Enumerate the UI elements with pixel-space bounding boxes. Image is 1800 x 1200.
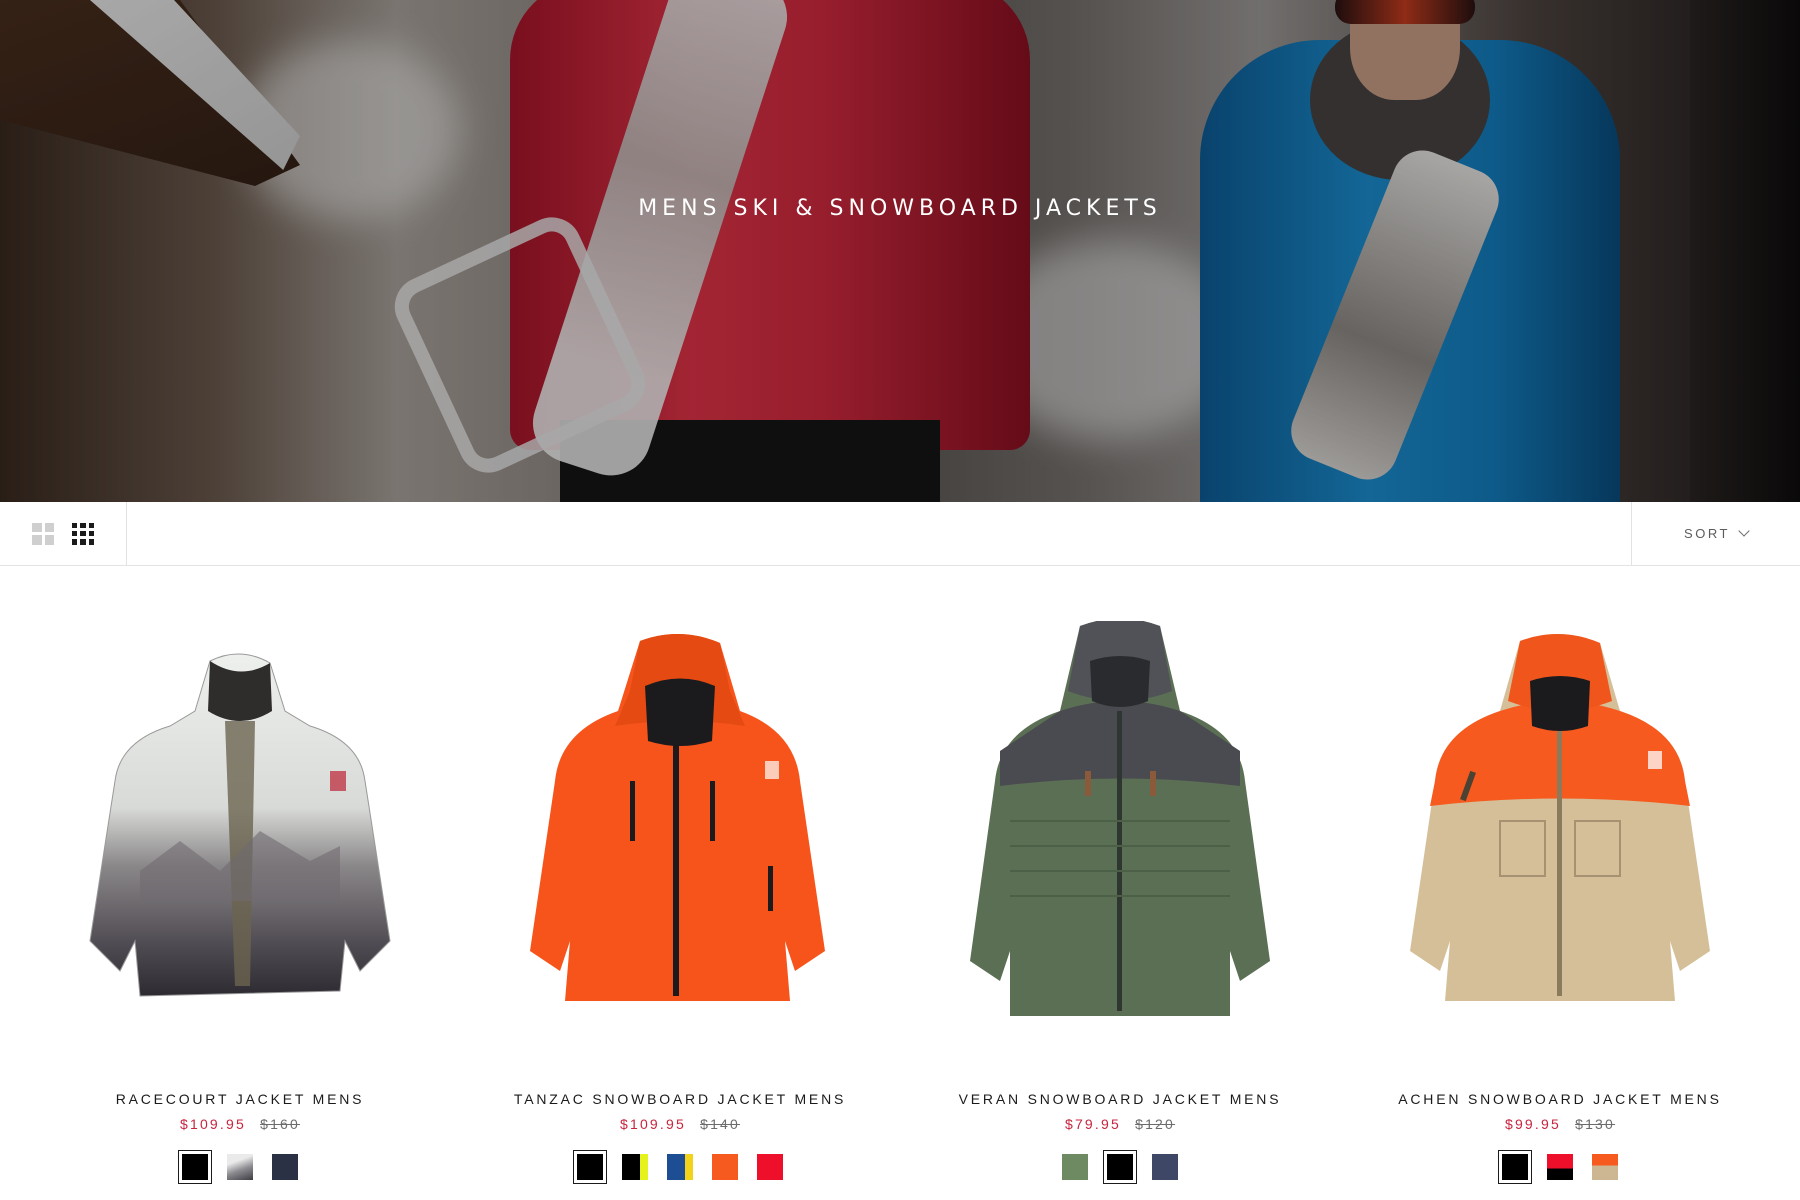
swatch-red[interactable]	[753, 1150, 787, 1184]
product-name[interactable]: TANZAC SNOWBOARD JACKET MENS	[460, 1091, 900, 1107]
swatch-black[interactable]	[1498, 1150, 1532, 1184]
color-swatches	[20, 1150, 460, 1184]
product-image[interactable]	[1340, 626, 1780, 1016]
sort-label: SORT	[1684, 526, 1730, 541]
jacket-image-tanzac	[530, 633, 825, 1001]
product-name[interactable]: RACECOURT JACKET MENS	[20, 1091, 460, 1107]
product-price: $109.95 $160	[20, 1116, 460, 1132]
product-image[interactable]	[460, 626, 900, 1016]
hero-overlay	[0, 0, 1800, 502]
swatch-black[interactable]	[573, 1150, 607, 1184]
product-card[interactable]: TANZAC SNOWBOARD JACKET MENS $109.95 $14…	[460, 566, 900, 1200]
original-price: $160	[260, 1116, 301, 1132]
color-swatches	[460, 1150, 900, 1184]
product-image[interactable]	[900, 621, 1340, 1016]
swatch-orange[interactable]	[708, 1150, 742, 1184]
grid-2-icon[interactable]	[32, 522, 54, 545]
page-title: MENS SKI & SNOWBOARD JACKETS	[638, 196, 1162, 221]
sale-price: $109.95	[179, 1116, 246, 1132]
swatch-black[interactable]	[1103, 1150, 1137, 1184]
product-card[interactable]: VERAN SNOWBOARD JACKET MENS $79.95 $120	[900, 566, 1340, 1200]
product-name[interactable]: ACHEN SNOWBOARD JACKET MENS	[1340, 1091, 1780, 1107]
product-price: $109.95 $140	[460, 1116, 900, 1132]
product-price: $79.95 $120	[900, 1116, 1340, 1132]
swatch-mountain-print[interactable]	[223, 1150, 257, 1184]
color-swatches	[900, 1150, 1340, 1184]
swatch-orange-tan[interactable]	[1588, 1150, 1622, 1184]
swatch-slate-blue[interactable]	[1148, 1150, 1182, 1184]
grid-4-icon[interactable]	[72, 522, 94, 545]
chevron-down-icon	[1738, 525, 1750, 537]
color-swatches	[1340, 1150, 1780, 1184]
product-card[interactable]: RACECOURT JACKET MENS $109.95 $160	[20, 566, 460, 1200]
collection-toolbar: SORT	[0, 502, 1800, 566]
swatch-black[interactable]	[178, 1150, 212, 1184]
sale-price: $79.95	[1064, 1116, 1121, 1132]
hero-banner: MENS SKI & SNOWBOARD JACKETS	[0, 0, 1800, 502]
original-price: $130	[1575, 1116, 1616, 1132]
product-image[interactable]	[20, 626, 460, 1016]
product-price: $99.95 $130	[1340, 1116, 1780, 1132]
original-price: $140	[700, 1116, 741, 1132]
sort-button[interactable]: SORT	[1631, 502, 1800, 565]
swatch-black-lime[interactable]	[618, 1150, 652, 1184]
original-price: $120	[1135, 1116, 1176, 1132]
swatch-red-black[interactable]	[1543, 1150, 1577, 1184]
product-grid: RACECOURT JACKET MENS $109.95 $160 TANZA…	[0, 566, 1800, 1200]
sale-price: $99.95	[1504, 1116, 1561, 1132]
product-card[interactable]: ACHEN SNOWBOARD JACKET MENS $99.95 $130	[1340, 566, 1780, 1200]
swatch-blue-yellow[interactable]	[663, 1150, 697, 1184]
jacket-image-veran	[970, 621, 1270, 1016]
product-name[interactable]: VERAN SNOWBOARD JACKET MENS	[900, 1091, 1340, 1107]
swatch-olive[interactable]	[1058, 1150, 1092, 1184]
view-switcher	[0, 502, 127, 565]
swatch-navy[interactable]	[268, 1150, 302, 1184]
sale-price: $109.95	[619, 1116, 686, 1132]
jacket-image-racecourt	[89, 653, 391, 997]
jacket-image-achen	[1410, 633, 1710, 1001]
